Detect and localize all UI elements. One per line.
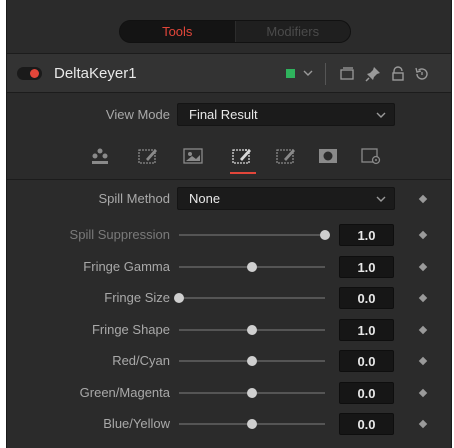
value-field[interactable]: 0.0: [339, 413, 394, 435]
key-tab-icon[interactable]: [89, 146, 111, 166]
active-tab-indicator: [230, 172, 256, 174]
value-field[interactable]: 1.0: [339, 224, 394, 246]
slider-handle[interactable]: [247, 262, 257, 272]
view-mode-dropdown[interactable]: Final Result: [177, 103, 395, 126]
slider-row: Fringe Size 0.0: [7, 282, 451, 314]
node-enable-toggle[interactable]: [17, 67, 42, 80]
tab-tools[interactable]: Tools: [120, 21, 235, 42]
slider-row: Fringe Gamma 1.0: [7, 251, 451, 283]
node-name: DeltaKeyer1: [54, 65, 137, 82]
fine-tune-controls: Spill Method None Spill Suppression 1.0 Fr…: [7, 181, 451, 448]
slider-label: Fringe Size: [104, 290, 170, 305]
slider-row: Spill Suppression 1.0: [7, 219, 451, 251]
slider-label: Fringe Gamma: [83, 259, 170, 274]
slider-label: Fringe Shape: [91, 322, 170, 337]
value-field[interactable]: 0.0: [339, 350, 394, 372]
chevron-down-icon: [376, 112, 386, 118]
slider-row: Blue/Yellow 0.0: [7, 408, 451, 440]
spill-method-row: Spill Method None: [7, 183, 451, 215]
slider-track[interactable]: [179, 234, 325, 236]
settings-tab-icon[interactable]: [360, 146, 382, 166]
spill-method-value: None: [189, 191, 221, 206]
keyframe-diamond-icon[interactable]: [418, 388, 428, 398]
slider-label: Spill Suppression: [69, 227, 170, 242]
spill-method-dropdown[interactable]: None: [177, 187, 395, 210]
value-field[interactable]: 0.0: [339, 287, 394, 309]
slider-handle[interactable]: [247, 356, 257, 366]
node-header[interactable]: DeltaKeyer1: [7, 53, 451, 93]
slider-row: Green/Magenta 0.0: [7, 377, 451, 409]
keyframe-diamond-icon[interactable]: [418, 230, 428, 240]
keyframe-diamond-icon[interactable]: [418, 419, 428, 429]
slider-label: Green/Magenta: [79, 385, 170, 400]
mask-tab-icon[interactable]: [317, 146, 339, 166]
slider-track[interactable]: [179, 297, 325, 299]
slider-handle[interactable]: [320, 230, 330, 240]
slider-handle[interactable]: [247, 325, 257, 335]
matte-tab-icon[interactable]: [182, 146, 204, 166]
reset-icon[interactable]: [413, 65, 431, 83]
inspector-tab-bar: Tools Modifiers: [7, 0, 451, 52]
node-color-swatch[interactable]: [286, 69, 295, 78]
post-matte-tab-icon[interactable]: [275, 146, 297, 166]
tab-modifiers[interactable]: Modifiers: [234, 21, 350, 42]
slider-label: Red/Cyan: [112, 353, 170, 368]
slider-handle[interactable]: [174, 293, 184, 303]
slider-row: Red/Cyan 0.0: [7, 345, 451, 377]
keyframe-diamond-icon[interactable]: [418, 293, 428, 303]
keyframe-diamond-icon[interactable]: [418, 194, 428, 204]
pre-matte-tab-icon[interactable]: [137, 146, 159, 166]
spill-method-label: Spill Method: [98, 191, 170, 206]
value-field[interactable]: 0.0: [339, 382, 394, 404]
lock-icon[interactable]: [389, 65, 407, 83]
value-field[interactable]: 1.0: [339, 319, 394, 341]
pin-icon[interactable]: [364, 65, 382, 83]
view-mode-value: Final Result: [189, 107, 258, 122]
slider-handle[interactable]: [247, 419, 257, 429]
view-mode-label: View Mode: [105, 107, 170, 122]
keyframe-diamond-icon[interactable]: [418, 325, 428, 335]
slider-label: Blue/Yellow: [103, 416, 170, 431]
chevron-down-icon: [376, 196, 386, 202]
tools-modifiers-switch: Tools Modifiers: [119, 20, 351, 43]
control-page-tabs: [7, 134, 451, 180]
slider-handle[interactable]: [247, 388, 257, 398]
fine-tune-tab-icon[interactable]: [231, 146, 253, 166]
chevron-down-icon[interactable]: [301, 64, 315, 80]
slider-row: Fringe Shape 1.0: [7, 314, 451, 346]
keyframe-diamond-icon[interactable]: [418, 356, 428, 366]
inspector-panel: Tools Modifiers DeltaKeyer1 View Mode Fi…: [6, 0, 452, 448]
header-divider: [325, 63, 326, 85]
value-field[interactable]: 1.0: [339, 256, 394, 278]
collapse-icon[interactable]: [338, 65, 356, 83]
keyframe-diamond-icon[interactable]: [418, 262, 428, 272]
view-mode-row: View Mode Final Result: [7, 94, 451, 134]
